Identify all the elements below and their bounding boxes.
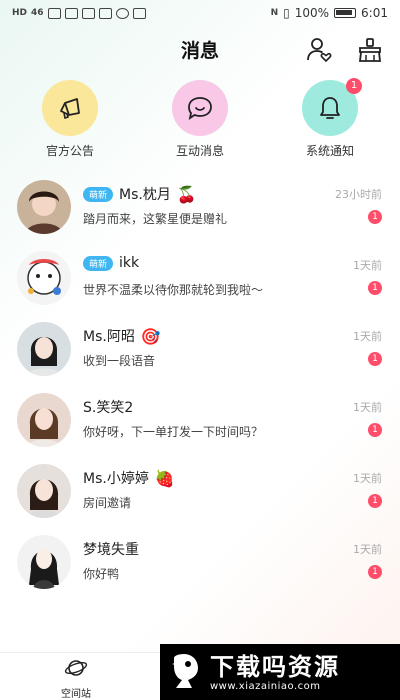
- watermark-title: 下载吗资源: [210, 652, 340, 681]
- name-row: 梦境失重: [83, 539, 139, 559]
- category-label: 系统通知: [305, 144, 354, 158]
- category-circle: 1: [302, 78, 362, 136]
- avatar[interactable]: [17, 393, 71, 447]
- category-label: 官方公告: [45, 144, 94, 158]
- avatar-image: [17, 180, 71, 234]
- status-bar: HD 46 N ▯ 100% 6:01: [0, 0, 400, 26]
- category-row: 官方公告 互动消息 1 系统通知: [0, 78, 400, 160]
- contact-name: Ms.小婷婷: [83, 471, 149, 487]
- planet-icon: [64, 660, 88, 676]
- network-label: 46: [31, 8, 44, 18]
- broom-icon: [358, 38, 382, 62]
- vibrate-icon: ▯: [283, 6, 290, 20]
- nfc-icon: N: [270, 8, 279, 18]
- chat-bubble-icon: [188, 97, 212, 120]
- name-row: 萌新 Ms.枕月 🍒: [83, 184, 197, 204]
- hd-label: HD: [12, 8, 28, 18]
- strawberry-icon: 🍓: [154, 468, 175, 488]
- clean-button[interactable]: [356, 36, 384, 64]
- message-preview: 世界不温柔以待你那就轮到我啦～: [83, 283, 264, 297]
- tab-space-station[interactable]: 空间站: [48, 657, 104, 700]
- status-right: N ▯ 100% 6:01: [271, 6, 388, 20]
- message-time: 1天前: [353, 472, 382, 485]
- watermark-url: www.xiazainiao.com: [210, 680, 321, 692]
- megaphone-icon: [60, 98, 80, 120]
- category-system[interactable]: 1 系统通知: [290, 78, 370, 159]
- name-row: Ms.小婷婷 🍓: [83, 468, 175, 488]
- app-icon: [64, 7, 78, 19]
- avatar[interactable]: [17, 180, 71, 234]
- new-user-tag: 萌新: [83, 255, 114, 271]
- message-item[interactable]: S.笑笑2 1天前 你好呀，下一单打发一下时间吗？ 1: [0, 389, 400, 460]
- unread-badge: 1: [368, 423, 382, 437]
- target-icon: 🎯: [140, 326, 161, 346]
- avatar-image: [17, 535, 71, 589]
- app-icon: [98, 7, 112, 19]
- app-icon: [132, 7, 146, 19]
- message-time: 1天前: [353, 543, 382, 556]
- unread-badge: 1: [368, 565, 382, 579]
- avatar-image: [17, 464, 71, 518]
- contact-name: Ms.枕月: [119, 187, 171, 203]
- message-preview: 房间邀请: [83, 496, 132, 510]
- message-time: 1天前: [353, 401, 382, 414]
- message-time: 23小时前: [335, 188, 382, 201]
- watermark: 下载吗资源 www.xiazainiao.com: [160, 644, 400, 700]
- new-user-tag: 萌新: [83, 186, 114, 202]
- avatar[interactable]: [17, 251, 71, 305]
- message-preview: 你好鸭: [83, 567, 120, 581]
- unread-badge: 1: [368, 210, 382, 224]
- message-item[interactable]: 梦境失重 1天前 你好鸭 1: [0, 531, 400, 602]
- bell-icon: [320, 97, 340, 119]
- category-interaction[interactable]: 互动消息: [160, 80, 240, 159]
- name-row: Ms.阿昭 🎯: [83, 326, 161, 346]
- watermark-text: 下载吗资源 www.xiazainiao.com: [210, 653, 340, 692]
- message-preview: 你好呀，下一单打发一下时间吗？: [83, 425, 264, 439]
- person-heart-icon: [307, 38, 332, 63]
- tab-label: 空间站: [61, 689, 91, 700]
- unread-badge: 1: [368, 352, 382, 366]
- unread-badge: 1: [368, 494, 382, 508]
- cherry-icon: 🍒: [176, 184, 197, 204]
- contact-name: Ms.阿昭: [83, 329, 135, 345]
- category-label: 互动消息: [175, 144, 224, 158]
- avatar-image: [17, 393, 71, 447]
- friends-button[interactable]: [305, 36, 333, 64]
- app-icon: [115, 7, 129, 19]
- avatar[interactable]: [17, 535, 71, 589]
- message-time: 1天前: [353, 259, 382, 272]
- category-circle: [172, 80, 228, 136]
- status-left: HD 46: [12, 7, 146, 19]
- battery-icon: [334, 8, 357, 18]
- message-preview: 踏月而来，这繁星便是赠礼: [83, 212, 228, 226]
- category-circle: [42, 80, 98, 136]
- message-item[interactable]: Ms.阿昭 🎯 1天前 收到一段语音 1: [0, 318, 400, 389]
- contact-name: ikk: [119, 255, 140, 271]
- message-list: 萌新 Ms.枕月 🍒 23小时前 踏月而来，这繁星便是赠礼 1 萌新 ikk 1…: [0, 176, 400, 602]
- contact-name: S.笑笑2: [83, 400, 134, 416]
- message-item[interactable]: Ms.小婷婷 🍓 1天前 房间邀请 1: [0, 460, 400, 531]
- battery-percent: 100%: [294, 6, 330, 20]
- message-time: 1天前: [353, 330, 382, 343]
- name-row: 萌新 ikk: [83, 255, 139, 271]
- message-item[interactable]: 萌新 ikk 1天前 世界不温柔以待你那就轮到我啦～ 1: [0, 247, 400, 318]
- bird-logo-icon: [172, 654, 198, 688]
- avatar[interactable]: [17, 464, 71, 518]
- notification-badge: 1: [346, 78, 362, 94]
- app-icon: [81, 7, 95, 19]
- page-title: 消息: [180, 40, 219, 62]
- avatar-image: [17, 322, 71, 376]
- avatar-image: [17, 251, 71, 305]
- category-announcement[interactable]: 官方公告: [30, 80, 110, 159]
- header: 消息: [0, 30, 400, 70]
- contact-name: 梦境失重: [83, 542, 139, 558]
- name-row: S.笑笑2: [83, 397, 133, 417]
- avatar[interactable]: [17, 322, 71, 376]
- wifi-icon: [47, 7, 61, 19]
- clock: 6:01: [361, 6, 388, 20]
- unread-badge: 1: [368, 281, 382, 295]
- message-preview: 收到一段语音: [83, 354, 156, 368]
- message-item[interactable]: 萌新 Ms.枕月 🍒 23小时前 踏月而来，这繁星便是赠礼 1: [0, 176, 400, 247]
